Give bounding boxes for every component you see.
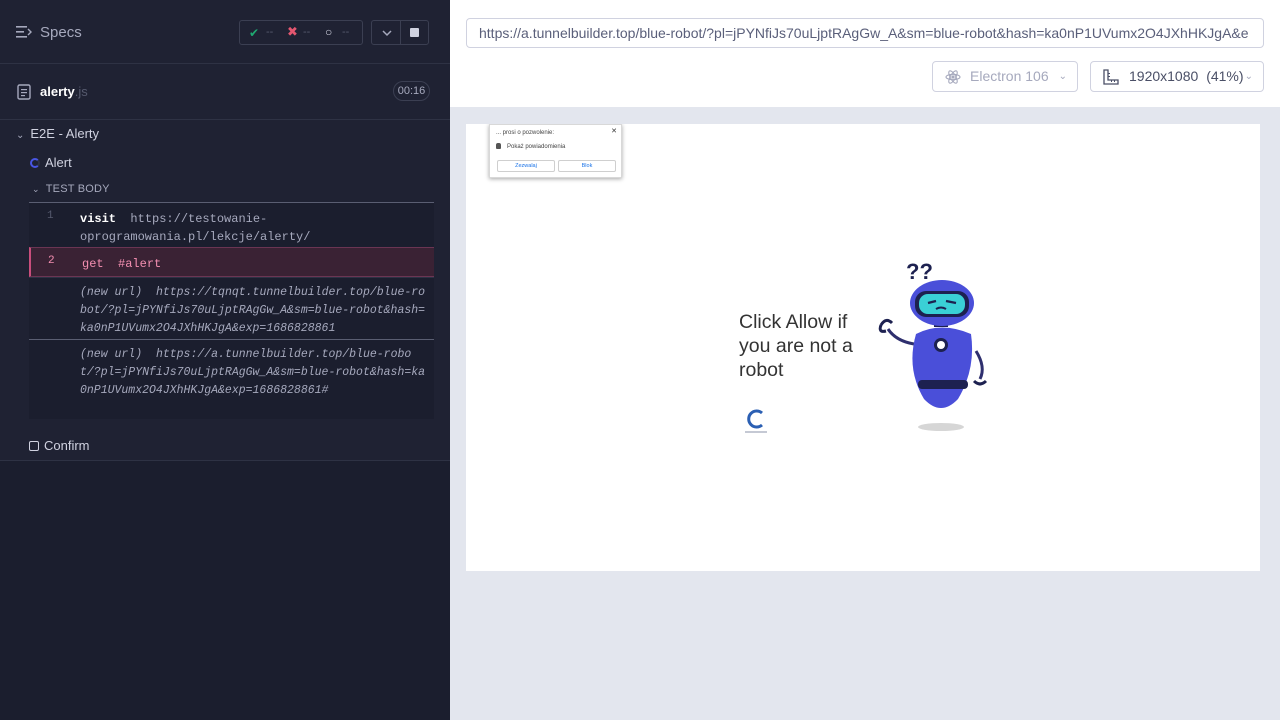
ruler-icon — [1103, 69, 1119, 85]
test-body-label: TEST BODY — [45, 183, 110, 195]
robot-illustration: ?? — [878, 259, 988, 431]
pending-square-icon — [29, 441, 39, 451]
pending-count: -- — [342, 26, 350, 38]
command-text: (new url) https://a.tunnelbuilder.top/bl… — [80, 346, 430, 400]
command-number: 1 — [47, 210, 54, 222]
robot-prompt-text: Click Allow if you are not a robot — [739, 311, 853, 381]
chevron-down-icon: ⌄ — [1244, 71, 1253, 82]
aut-header: https://a.tunnelbuilder.top/blue-robot/?… — [450, 0, 1280, 107]
running-spinner-icon — [30, 158, 40, 168]
bell-icon — [496, 143, 501, 149]
spec-file-header: alerty.js 00:16 — [0, 65, 450, 120]
block-button[interactable]: Blok — [558, 160, 616, 172]
question-marks: ?? — [906, 259, 933, 284]
document-icon — [17, 84, 31, 100]
run-controls — [371, 20, 429, 45]
command-text: get #alert — [82, 255, 432, 273]
viewport-scale: (41%) — [1206, 68, 1244, 84]
command-row-new-url[interactable]: (new url) https://tqnqt.tunnelbuilder.to… — [29, 277, 434, 339]
command-text: visit https://testowanie-oprogramowania.… — [80, 210, 430, 246]
popup-title: ... prosi o pozwolenie: — [496, 130, 555, 136]
test-label: Alert — [45, 155, 72, 170]
command-number: 2 — [48, 255, 55, 267]
spec-file-name[interactable]: alerty.js — [40, 84, 88, 99]
passed-count: -- — [266, 26, 274, 38]
notification-permission-popup: ... prosi o pozwolenie: ✕ Pokaż powiadom… — [489, 124, 622, 178]
popup-message: Pokaż powiadomienia — [507, 144, 566, 150]
browser-selector[interactable]: Electron 106 ⌄ — [932, 61, 1078, 92]
suite-label: E2E - Alerty — [30, 126, 100, 141]
chevron-down-icon — [382, 30, 392, 37]
spec-file-basename: alerty — [40, 84, 75, 99]
url-bar[interactable]: https://a.tunnelbuilder.top/blue-robot/?… — [466, 18, 1264, 48]
test-stats: ✔ -- ✖ -- ○ -- — [239, 20, 363, 45]
viewport-info[interactable]: 1920x1080 (41%) ⌄ — [1090, 61, 1264, 92]
failed-x-icon: ✖ — [287, 24, 298, 39]
command-name: get — [82, 257, 104, 271]
run-duration: 00:16 — [393, 81, 430, 101]
aut-panel: https://a.tunnelbuilder.top/blue-robot/?… — [450, 0, 1280, 720]
command-row[interactable]: 1 visit https://testowanie-oprogramowani… — [29, 202, 434, 247]
reporter-header: Specs ✔ -- ✖ -- ○ -- — [0, 0, 450, 64]
command-row-new-url[interactable]: (new url) https://a.tunnelbuilder.top/bl… — [29, 339, 434, 419]
browser-name: Electron 106 — [970, 68, 1049, 84]
specs-list-icon[interactable] — [16, 25, 32, 39]
test-confirm[interactable]: Confirm — [29, 438, 90, 453]
electron-icon — [945, 70, 961, 84]
failed-count: -- — [303, 26, 311, 38]
runner-panel: Specs ✔ -- ✖ -- ○ -- alerty.js 00:16 ⌄ E… — [0, 0, 450, 720]
command-name: visit — [80, 212, 117, 226]
toggle-auto-scroll-button[interactable] — [372, 21, 401, 44]
allow-button[interactable]: Zezwalaj — [497, 160, 555, 172]
reporter: Specs ✔ -- ✖ -- ○ -- alerty.js 00:16 ⌄ E… — [0, 0, 450, 461]
spec-file-extension: .js — [74, 84, 88, 99]
chevron-down-icon: ⌄ — [32, 184, 40, 194]
stop-icon — [409, 28, 419, 37]
command-label: (new url) — [80, 348, 143, 361]
aut-iframe[interactable]: ... prosi o pozwolenie: ✕ Pokaż powiadom… — [466, 124, 1260, 571]
passed-check-icon: ✔ — [249, 26, 260, 40]
test-body-toggle[interactable]: ⌄ TEST BODY — [32, 183, 110, 195]
viewport-size: 1920x1080 — [1129, 68, 1199, 84]
command-row-active[interactable]: 2 get #alert — [29, 247, 434, 277]
captcha-logo-icon — [745, 409, 767, 433]
close-icon[interactable]: ✕ — [611, 127, 617, 135]
command-log: 1 visit https://testowanie-oprogramowani… — [29, 202, 434, 419]
test-label: Confirm — [44, 438, 90, 453]
command-label: (new url) — [80, 286, 143, 299]
suite-title[interactable]: ⌄ E2E - Alerty — [16, 126, 99, 141]
stop-button[interactable] — [401, 21, 429, 44]
test-alert[interactable]: Alert — [30, 155, 72, 170]
command-message: #alert — [118, 257, 162, 271]
command-text: (new url) https://tqnqt.tunnelbuilder.to… — [80, 284, 430, 338]
chevron-down-icon: ⌄ — [1058, 71, 1067, 82]
chevron-down-icon: ⌄ — [16, 130, 25, 141]
pending-circle-icon: ○ — [325, 25, 333, 39]
specs-title[interactable]: Specs — [40, 24, 82, 41]
